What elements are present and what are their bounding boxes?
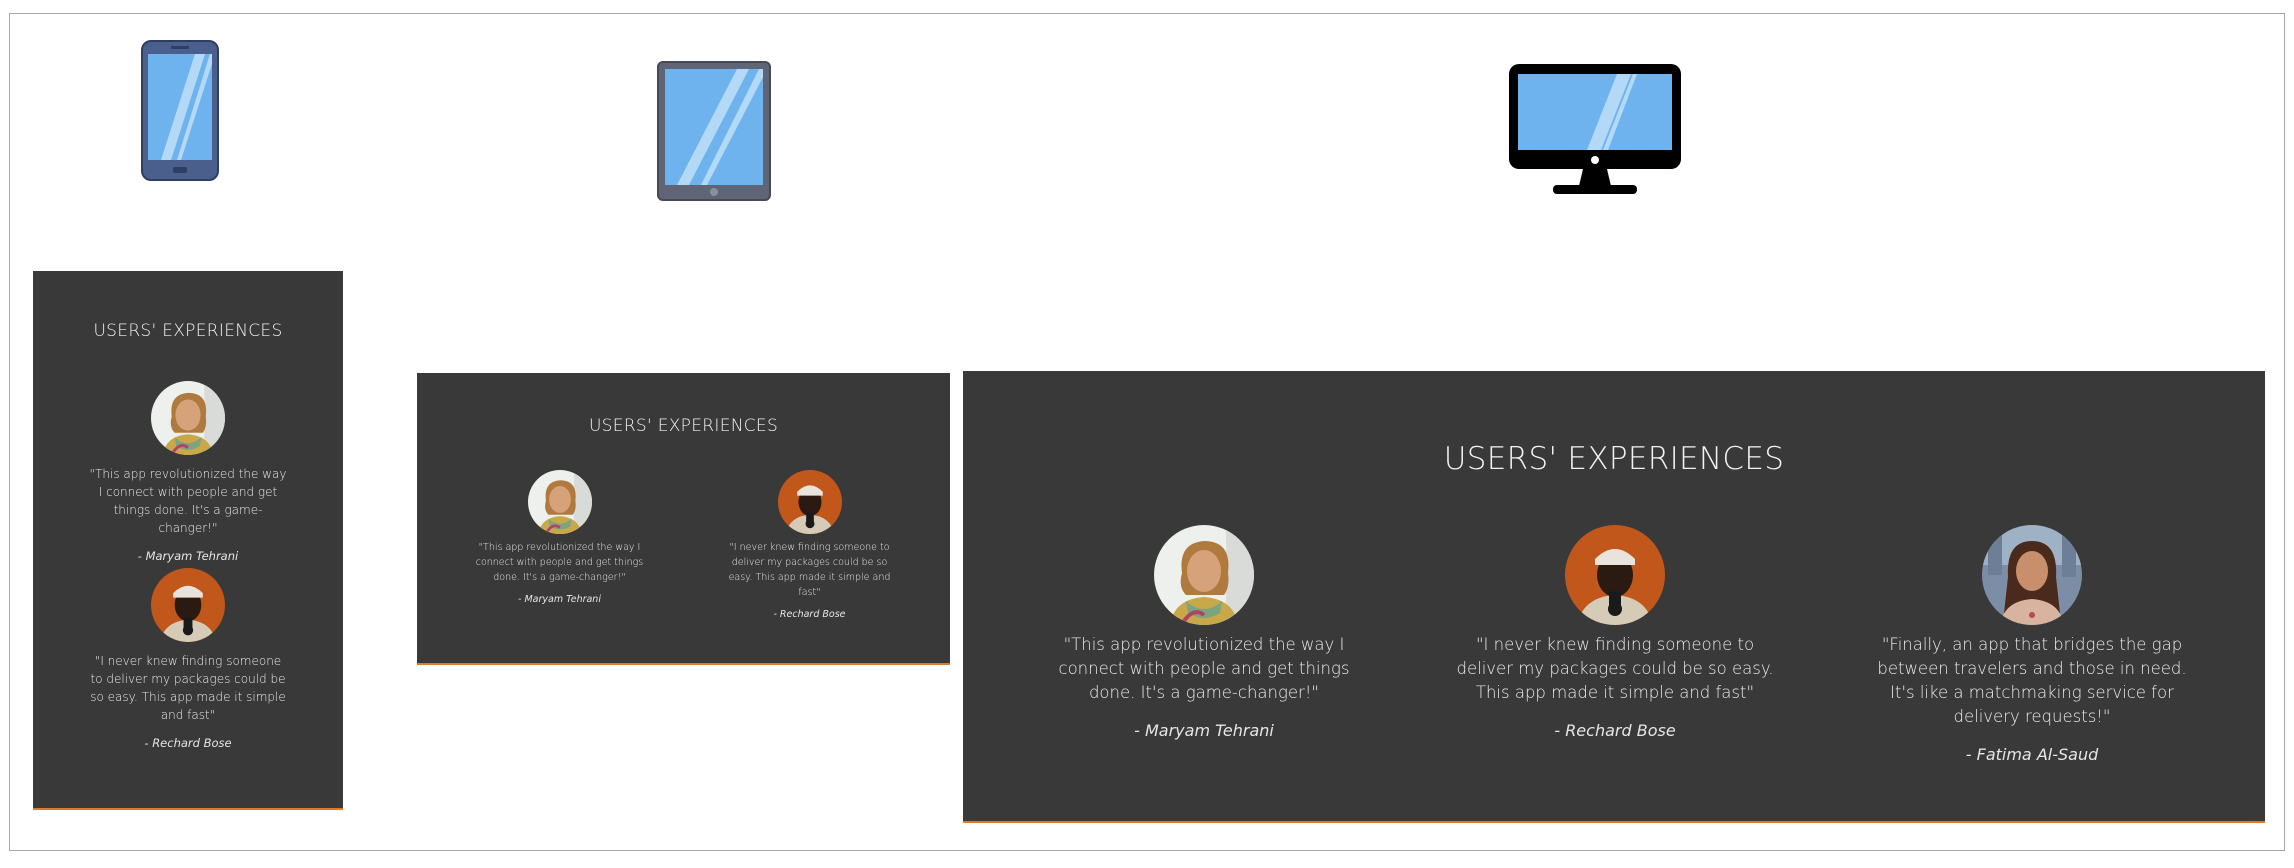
testimonial-quote: "I never knew finding someone to deliver… [90, 654, 286, 722]
testimonials-panel-mobile: USERS' EXPERIENCES "This app revolutioni… [33, 271, 343, 810]
testimonial-card: "Finally, an app that bridges the gap be… [1867, 525, 2197, 764]
testimonial-quote: "I never knew finding someone to deliver… [1456, 635, 1774, 702]
testimonial-card: "This app revolutionized the way I conne… [472, 470, 647, 605]
testimonial-author: - Maryam Tehrani [518, 594, 601, 605]
testimonial-quote: "Finally, an app that bridges the gap be… [1877, 635, 2187, 726]
avatar-rechard [1565, 525, 1665, 625]
avatar-rechard [151, 568, 225, 642]
testimonial-card: "This app revolutionized the way I conne… [88, 381, 288, 563]
avatar-rechard [777, 470, 842, 534]
desktop-monitor-icon [1509, 64, 1681, 196]
testimonial-quote: "This app revolutionized the way I conne… [1058, 635, 1350, 702]
smartphone-icon [141, 40, 219, 181]
testimonials-panel-tablet: USERS' EXPERIENCES "This app revolutioni… [417, 373, 950, 665]
section-title: USERS' EXPERIENCES [588, 416, 779, 436]
testimonial-author: - Fatima Al-Saud [1965, 745, 2099, 764]
avatar-maryam [527, 470, 592, 534]
tablet-icon [657, 61, 771, 201]
testimonial-quote: "This app revolutionized the way I conne… [475, 542, 644, 583]
avatar-maryam [1154, 525, 1254, 625]
section-title: USERS' EXPERIENCES [93, 321, 283, 341]
testimonial-quote: "I never knew finding someone to deliver… [728, 542, 891, 598]
testimonial-card: "This app revolutionized the way I conne… [1039, 525, 1369, 740]
testimonial-card: "I never knew finding someone to deliver… [88, 568, 288, 750]
testimonial-author: - Rechard Bose [773, 609, 846, 620]
avatar-fatima [1982, 525, 2082, 625]
avatar-maryam [151, 381, 225, 455]
testimonial-quote: "This app revolutionized the way I conne… [89, 467, 287, 535]
testimonial-author: - Rechard Bose [1554, 721, 1676, 740]
testimonial-card: "I never knew finding someone to deliver… [722, 470, 897, 620]
testimonial-author: - Rechard Bose [144, 736, 232, 750]
testimonials-panel-desktop: USERS' EXPERIENCES "This app revolutioni… [963, 371, 2265, 823]
testimonial-card: "I never knew finding someone to deliver… [1450, 525, 1780, 740]
testimonial-author: - Maryam Tehrani [137, 549, 239, 563]
testimonial-author: - Maryam Tehrani [1134, 721, 1274, 740]
section-title: USERS' EXPERIENCES [1443, 441, 1785, 477]
